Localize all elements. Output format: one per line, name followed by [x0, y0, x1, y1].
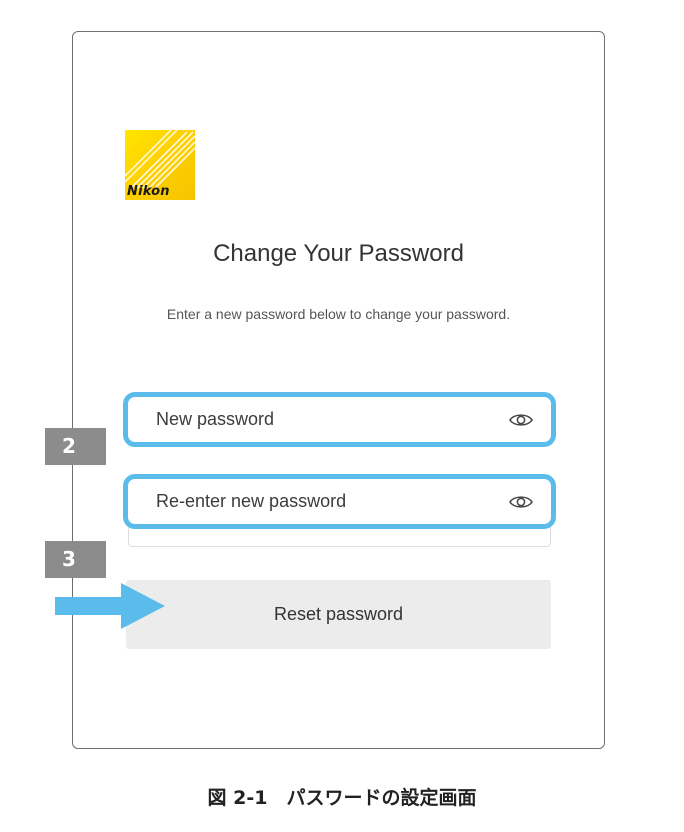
- nikon-logo: Nikon: [125, 130, 195, 200]
- page-subtitle: Enter a new password below to change you…: [166, 306, 511, 322]
- new-password-field[interactable]: [123, 392, 556, 447]
- arrow-right-icon: [55, 583, 165, 629]
- logo-brand-text: Nikon: [127, 184, 170, 199]
- reset-password-button[interactable]: Reset password: [126, 580, 551, 649]
- new-password-input[interactable]: [156, 407, 486, 432]
- eye-icon[interactable]: [509, 494, 533, 510]
- page-title: Change Your Password: [213, 240, 464, 267]
- step-2-badge: 2: [45, 428, 106, 465]
- step-3-badge: 3: [45, 541, 106, 578]
- confirm-password-field[interactable]: [123, 474, 556, 529]
- confirm-password-input[interactable]: [156, 489, 486, 514]
- eye-icon[interactable]: [509, 412, 533, 428]
- figure-caption: 図 2-1 パスワードの設定画面: [207, 787, 477, 809]
- confirm-field-border: [128, 527, 551, 547]
